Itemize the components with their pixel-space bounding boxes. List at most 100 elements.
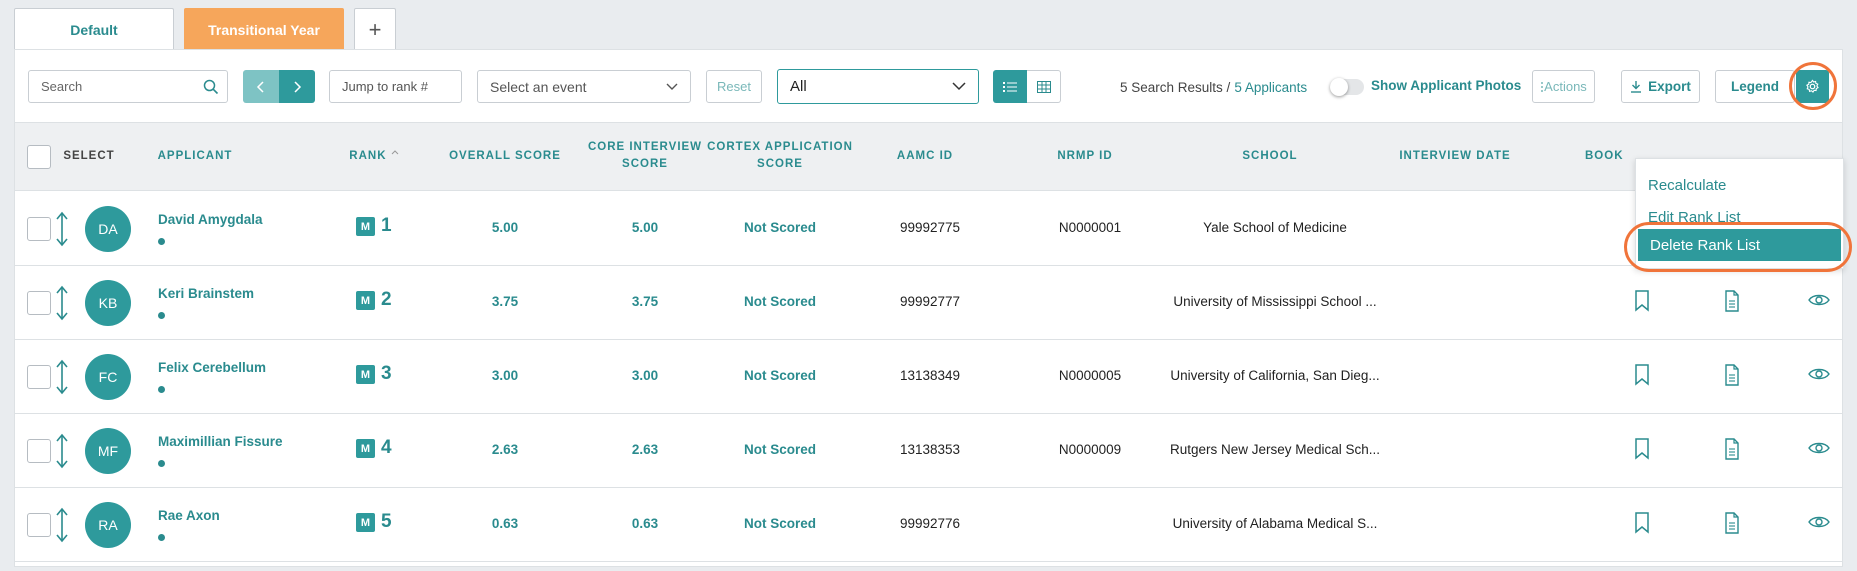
actions-label: Actions — [1544, 79, 1587, 94]
list-icon — [1003, 81, 1017, 92]
rank-value: 5 — [381, 511, 392, 532]
bookmark-icon[interactable] — [1634, 290, 1650, 312]
next-page-button[interactable] — [279, 70, 315, 103]
column-header-nrmp-id[interactable]: NRMP ID — [1035, 148, 1135, 165]
column-header-overall-score[interactable]: Overall Score — [435, 148, 575, 165]
column-header-bookmark[interactable]: Book — [1585, 148, 1635, 165]
status-dot — [158, 312, 165, 319]
cortex-application-score: Not Scored — [743, 442, 816, 457]
tab-bar: Default Transitional Year + — [14, 8, 396, 50]
avatar[interactable]: KB — [85, 280, 131, 326]
applicant-name-link[interactable]: Maximillian Fissure — [158, 434, 283, 449]
rank-header-label: Rank — [349, 150, 387, 162]
jump-to-rank-input[interactable] — [342, 79, 449, 94]
table-header: Select Applicant Rank Overall Score Core… — [15, 122, 1842, 191]
filter-select-value: All — [790, 78, 807, 95]
search-input[interactable] — [41, 79, 203, 94]
bookmark-icon[interactable] — [1634, 364, 1650, 386]
avatar[interactable]: DA — [85, 206, 131, 252]
overall-score: 3.75 — [491, 294, 519, 309]
search-icon[interactable] — [203, 79, 219, 95]
table-row[interactable]: FC Felix Cerebellum M 3 3.00 3.00 Not Scored 13… — [15, 340, 1842, 414]
export-button[interactable]: Export — [1621, 70, 1700, 103]
menu-item-recalculate[interactable]: Recalculate — [1636, 169, 1843, 201]
core-interview-score: 3.75 — [631, 294, 659, 309]
menu-item-delete-rank-list[interactable]: Delete Rank List — [1638, 229, 1841, 261]
school-name: University of Mississippi School ... — [1173, 294, 1377, 309]
drag-handle-icon[interactable] — [55, 211, 69, 247]
bookmark-icon[interactable] — [1634, 438, 1650, 460]
status-dot — [158, 534, 165, 541]
legend-button[interactable]: Legend — [1715, 70, 1795, 103]
column-header-rank[interactable]: Rank — [344, 148, 404, 165]
settings-button[interactable] — [1796, 70, 1829, 103]
document-icon[interactable] — [1724, 364, 1740, 386]
row-select-checkbox[interactable] — [27, 439, 51, 463]
aamc-id: 99992776 — [899, 516, 961, 531]
drag-handle-icon[interactable] — [55, 433, 69, 469]
column-header-school[interactable]: School — [1195, 148, 1345, 165]
column-header-core-interview-score[interactable]: Core Interview Score — [575, 139, 715, 173]
show-photos-toggle[interactable] — [1330, 78, 1364, 96]
row-select-checkbox[interactable] — [27, 291, 51, 315]
search-box[interactable] — [28, 70, 228, 103]
filter-select[interactable]: All — [777, 69, 979, 104]
aamc-id: 99992777 — [899, 294, 961, 309]
eye-icon[interactable] — [1808, 441, 1830, 455]
sort-asc-icon — [391, 150, 399, 155]
drag-handle-icon[interactable] — [55, 507, 69, 543]
status-dot — [158, 460, 165, 467]
grid-view-button[interactable] — [1027, 70, 1061, 103]
row-select-checkbox[interactable] — [27, 217, 51, 241]
avatar[interactable]: RA — [85, 502, 131, 548]
jump-to-rank-box[interactable] — [329, 70, 462, 103]
select-all-checkbox[interactable] — [27, 145, 51, 169]
column-header-applicant[interactable]: Applicant — [145, 148, 245, 165]
event-select-placeholder: Select an event — [490, 78, 587, 95]
document-icon[interactable] — [1724, 290, 1740, 312]
pager — [243, 70, 315, 103]
rank-value: 3 — [381, 363, 392, 384]
match-badge: M — [356, 217, 375, 236]
status-dot — [158, 238, 165, 245]
tab-transitional-year[interactable]: Transitional Year — [184, 8, 344, 50]
table-row[interactable]: DA David Amygdala M 1 5.00 5.00 Not Scored 9999… — [15, 192, 1842, 266]
reset-button[interactable]: Reset — [706, 70, 762, 103]
eye-icon[interactable] — [1808, 293, 1830, 307]
show-photos-label[interactable]: Show Applicant Photos — [1371, 78, 1521, 96]
applicant-name-link[interactable]: Rae Axon — [158, 508, 220, 523]
tab-default[interactable]: Default — [14, 8, 174, 50]
status-dot — [158, 386, 165, 393]
table-row[interactable]: MF Maximillian Fissure M 4 2.63 2.63 Not Score… — [15, 414, 1842, 488]
column-header-aamc-id[interactable]: AAMC ID — [875, 148, 975, 165]
row-select-checkbox[interactable] — [27, 365, 51, 389]
table-row[interactable]: RA Rae Axon M 5 0.63 0.63 Not Scored 99992776 Un… — [15, 488, 1842, 562]
previous-page-button[interactable] — [243, 70, 279, 103]
add-tab-button[interactable]: + — [354, 8, 396, 50]
school-name: Rutgers New Jersey Medical Sch... — [1169, 442, 1381, 457]
list-view-button[interactable] — [993, 70, 1027, 103]
applicant-name-link[interactable]: Keri Brainstem — [158, 286, 254, 301]
bookmark-icon[interactable] — [1634, 512, 1650, 534]
match-badge: M — [356, 439, 375, 458]
actions-button[interactable]: Actions — [1532, 70, 1595, 103]
applicant-name-link[interactable]: Felix Cerebellum — [158, 360, 266, 375]
event-select[interactable]: Select an event — [477, 70, 691, 103]
document-icon[interactable] — [1724, 438, 1740, 460]
drag-handle-icon[interactable] — [55, 285, 69, 321]
column-header-interview-date[interactable]: Interview Date — [1385, 148, 1525, 165]
eye-icon[interactable] — [1808, 367, 1830, 381]
eye-icon[interactable] — [1808, 515, 1830, 529]
row-select-checkbox[interactable] — [27, 513, 51, 537]
match-badge: M — [356, 291, 375, 310]
avatar[interactable]: FC — [85, 354, 131, 400]
avatar[interactable]: MF — [85, 428, 131, 474]
document-icon[interactable] — [1724, 512, 1740, 534]
school-name: University of Alabama Medical S... — [1172, 516, 1378, 531]
applicant-name-link[interactable]: David Amygdala — [158, 212, 263, 227]
aamc-id: 13138353 — [899, 442, 961, 457]
column-header-cortex-application-score[interactable]: Cortex Application Score — [705, 139, 855, 173]
table-row[interactable]: KB Keri Brainstem M 2 3.75 3.75 Not Scored 9999… — [15, 266, 1842, 340]
chevron-right-icon — [294, 80, 302, 93]
drag-handle-icon[interactable] — [55, 359, 69, 395]
